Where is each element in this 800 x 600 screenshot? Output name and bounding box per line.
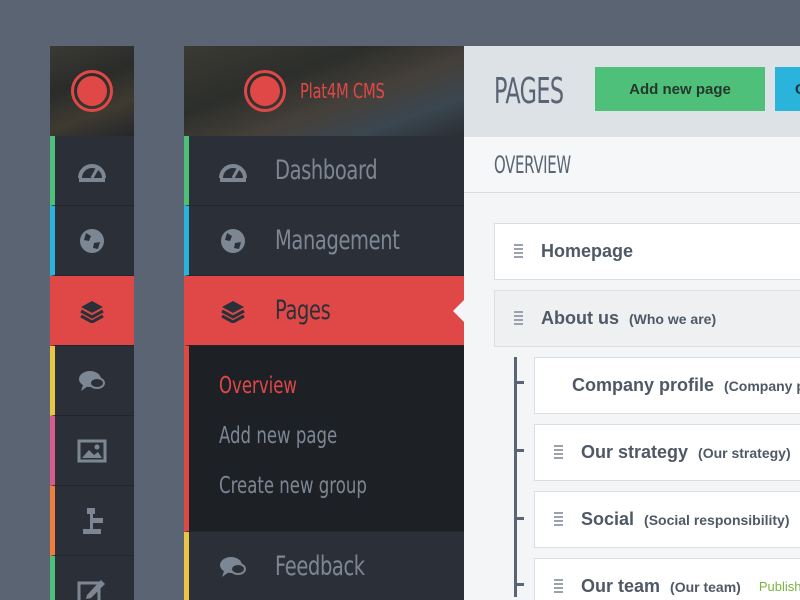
create-group-button[interactable]: C — [775, 67, 800, 111]
page-name: About us — [541, 308, 619, 328]
page-title: PAGES — [494, 71, 564, 112]
section-header: OVERVIEW — [464, 137, 800, 193]
expanded-sidebar: Plat4M CMS Dashboard Management Pages Ov… — [184, 46, 464, 600]
tree-connector — [514, 357, 517, 597]
page-name: Social — [581, 509, 635, 529]
add-new-page-button[interactable]: Add new page — [595, 67, 765, 111]
page-subtitle: (Our strategy) — [698, 444, 791, 461]
page-name: Our team — [581, 576, 661, 596]
sidebar-item-label: Pages — [275, 295, 331, 326]
page-row-about-us[interactable]: About us (Who we are) — [494, 290, 800, 347]
main-content: PAGES Add new page C OVERVIEW Homepage A… — [464, 46, 800, 600]
page-subtitle: (Our team) — [670, 578, 741, 595]
dashboard-icon — [219, 163, 247, 182]
collapsed-nav-structure[interactable] — [50, 486, 134, 556]
tree-branch — [514, 583, 524, 586]
page-subtitle: (Social responsibility) — [644, 511, 790, 528]
brand-area: Plat4M CMS — [184, 46, 464, 136]
page-name: Our strategy — [581, 442, 689, 462]
submenu-overview[interactable]: Overview — [219, 372, 395, 422]
layers-icon — [221, 300, 245, 323]
feedback-icon — [79, 370, 105, 391]
dashboard-icon — [78, 163, 106, 182]
page-name: Homepage — [541, 241, 634, 261]
page-subtitle: (Company profile) — [724, 377, 800, 394]
sidebar-item-pages[interactable]: Pages — [184, 276, 464, 346]
collapsed-nav-pages[interactable] — [50, 276, 134, 346]
tree-branch — [514, 381, 524, 384]
page-row-our-strategy[interactable]: Our strategy (Our strategy) — [534, 424, 800, 481]
drag-handle-icon[interactable] — [554, 444, 563, 461]
submenu-create-new-group[interactable]: Create new group — [219, 472, 395, 522]
sitemap-icon — [83, 507, 103, 534]
edit-icon — [77, 579, 105, 600]
collapsed-nav-edit[interactable] — [50, 556, 134, 600]
sidebar-item-feedback[interactable]: Feedback — [184, 532, 464, 600]
layers-icon — [80, 300, 104, 323]
collapsed-nav-dashboard[interactable] — [50, 136, 134, 206]
submenu-add-new-page[interactable]: Add new page — [219, 422, 395, 472]
collapsed-nav-management[interactable] — [50, 206, 134, 276]
sidebar-item-label: Management — [275, 225, 400, 256]
globe-icon — [221, 228, 245, 253]
page-name: Company profile — [572, 375, 715, 395]
sidebar-item-label: Dashboard — [275, 155, 378, 186]
tree-branch — [514, 517, 524, 520]
page-row-homepage[interactable]: Homepage — [494, 223, 800, 280]
page-row-company-profile[interactable]: Company profile (Company profile) — [534, 357, 800, 414]
page-row-social[interactable]: Social (Social responsibility) — [534, 491, 800, 548]
drag-handle-icon[interactable] — [514, 310, 523, 327]
feedback-icon — [220, 556, 246, 577]
page-subtitle: (Who we are) — [629, 310, 717, 327]
tree-branch — [514, 449, 524, 452]
drag-handle-icon[interactable] — [554, 578, 563, 595]
collapsed-logo-area — [50, 46, 134, 136]
page-status: Published — [758, 579, 800, 594]
sidebar-item-label: Feedback — [275, 551, 365, 582]
page-header: PAGES Add new page C — [464, 46, 800, 137]
brand-name[interactable]: Plat4M CMS — [300, 79, 385, 103]
collapsed-nav-media[interactable] — [50, 416, 134, 486]
record-icon[interactable] — [244, 70, 286, 112]
collapsed-sidebar — [50, 46, 134, 600]
record-icon[interactable] — [71, 70, 113, 112]
pages-submenu: Overview Add new page Create new group — [184, 346, 464, 532]
collapsed-nav-feedback[interactable] — [50, 346, 134, 416]
page-row-our-team[interactable]: Our team (Our team) Published — [534, 558, 800, 600]
drag-handle-icon[interactable] — [554, 511, 563, 528]
globe-icon — [80, 228, 104, 253]
section-title: OVERVIEW — [494, 150, 571, 179]
drag-handle-icon[interactable] — [514, 243, 523, 260]
sidebar-item-dashboard[interactable]: Dashboard — [184, 136, 464, 206]
sidebar-item-management[interactable]: Management — [184, 206, 464, 276]
image-icon — [77, 439, 107, 462]
